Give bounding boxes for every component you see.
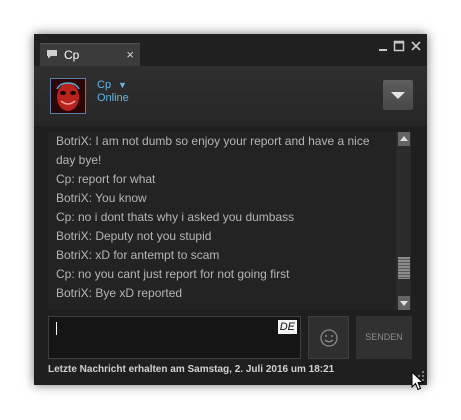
friend-name[interactable]: Cp: [97, 79, 111, 91]
chat-message: Cp: report for what: [56, 172, 156, 186]
chevron-down-icon: [391, 92, 405, 99]
chat-message: Cp: no you cant just report for not goin…: [56, 267, 290, 281]
tab-close-icon[interactable]: ×: [126, 47, 134, 62]
last-message-info: Letzte Nachricht erhalten am Samstag, 2.…: [48, 364, 335, 375]
smiley-icon: [320, 329, 338, 347]
scroll-up-button[interactable]: [398, 132, 410, 146]
close-icon[interactable]: [410, 40, 422, 52]
chat-options-button[interactable]: [383, 80, 413, 110]
message-input[interactable]: [53, 319, 267, 355]
title-bar: Cp ×: [34, 34, 427, 67]
language-badge: DE: [277, 320, 297, 334]
chat-message: BotriX: Bye xD reported: [56, 286, 183, 300]
minimize-icon[interactable]: [377, 40, 389, 52]
friend-status: Online: [97, 92, 129, 104]
chat-message: BotriX: Deputy not you stupid: [56, 229, 212, 243]
send-button[interactable]: SENDEN: [356, 316, 412, 359]
scroll-thumb[interactable]: [398, 257, 410, 279]
arrow-down-icon: [400, 301, 408, 306]
scroll-down-button[interactable]: [398, 296, 410, 310]
tab-chat-cp[interactable]: Cp ×: [40, 43, 140, 67]
message-input-box[interactable]: DE: [48, 316, 301, 359]
avatar[interactable]: [50, 78, 86, 114]
arrow-up-icon: [400, 136, 408, 141]
chat-message: BotriX: You know: [56, 191, 147, 205]
chat-message: BotriX: xD for antempt to scam: [56, 248, 220, 262]
message-log[interactable]: BotriX: I am not dumb so enjoy your repo…: [48, 132, 396, 310]
chat-message: Cp: no i dont thats why i asked you dumb…: [56, 210, 295, 224]
text-cursor: [56, 322, 57, 335]
mouse-pointer-icon: [411, 371, 424, 391]
tab-title: Cp: [64, 48, 80, 62]
message-list: BotriX: I am not dumb so enjoy your repo…: [56, 132, 392, 303]
chat-message: BotriX: I am not dumb so enjoy your repo…: [56, 134, 370, 167]
friend-menu-chevron-icon[interactable]: ▼: [118, 80, 127, 90]
chat-window: Cp × Cp ▼ Online BotriX: I am not dumb s…: [34, 34, 427, 385]
emoji-button[interactable]: [308, 316, 349, 359]
chat-bubble-icon: [47, 50, 57, 59]
maximize-icon[interactable]: [393, 40, 405, 52]
message-scrollbar[interactable]: [396, 132, 411, 310]
avatar-image: [51, 79, 85, 113]
friend-header: Cp ▼ Online: [34, 66, 427, 126]
